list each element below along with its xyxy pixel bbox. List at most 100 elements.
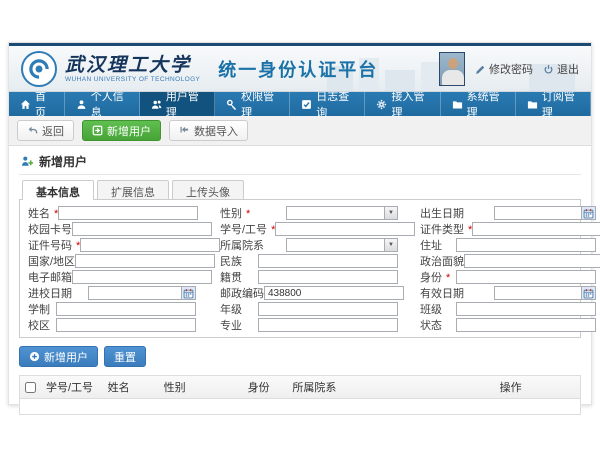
back-button-label: 返回 bbox=[42, 123, 64, 139]
nav-item-label: 个人信息 bbox=[91, 88, 128, 120]
add-user-toolbar-button[interactable]: 新增用户 bbox=[82, 120, 161, 141]
calendar-icon bbox=[183, 288, 194, 299]
form-field-name: 姓名 * bbox=[28, 206, 196, 220]
tab-2[interactable]: 上传头像 bbox=[172, 180, 244, 199]
field-input-address[interactable] bbox=[456, 238, 596, 252]
nav-item-label: 接入管理 bbox=[391, 88, 428, 120]
form-field-political-status: 政治面貌 bbox=[420, 254, 596, 268]
field-date-enroll-date[interactable] bbox=[88, 286, 196, 300]
users-icon bbox=[151, 99, 162, 110]
column-header-5: 操作 bbox=[495, 376, 580, 399]
nav-item-7[interactable]: 订阅管理 bbox=[516, 92, 591, 116]
form-actions: 新增用户 重置 bbox=[19, 346, 581, 367]
logout-label: 退出 bbox=[557, 61, 579, 77]
field-select-department[interactable]: ▼ bbox=[286, 238, 398, 252]
form-field-student-id: 学号/工号 * bbox=[220, 222, 398, 236]
field-input-postal-code[interactable] bbox=[264, 286, 404, 300]
required-asterisk: * bbox=[51, 208, 58, 220]
folder-icon bbox=[527, 99, 538, 110]
field-select-gender[interactable]: ▼ bbox=[286, 206, 398, 220]
field-label-country-region: 国家/地区 bbox=[28, 253, 75, 269]
field-label-email: 电子邮箱 bbox=[28, 269, 72, 285]
header: 武汉理工大学 WUHAN UNIVERSITY OF TECHNOLOGY 统一… bbox=[9, 46, 591, 92]
form-column-1: 姓名 *校园卡号证件号码 *国家/地区电子邮箱进校日期学制校区 bbox=[28, 206, 196, 332]
back-button[interactable]: 返回 bbox=[17, 120, 74, 141]
nav-item-0[interactable]: 首页 bbox=[9, 92, 65, 116]
field-input-native-place[interactable] bbox=[258, 270, 398, 284]
submit-add-user-button[interactable]: 新增用户 bbox=[19, 346, 98, 367]
change-password-link[interactable]: 修改密码 bbox=[475, 61, 533, 77]
field-label-birth-date: 出生日期 bbox=[420, 205, 494, 221]
form-field-identity: 身份 * bbox=[420, 270, 596, 284]
table-empty-row bbox=[20, 399, 580, 414]
form-field-valid-date: 有效日期 bbox=[420, 286, 596, 300]
form-field-ethnicity: 民族 bbox=[220, 254, 398, 268]
back-arrow-icon bbox=[27, 125, 38, 136]
nav-item-5[interactable]: 接入管理 bbox=[365, 92, 440, 116]
nav-item-3[interactable]: 权限管理 bbox=[215, 92, 290, 116]
field-input-study-length[interactable] bbox=[56, 302, 196, 316]
import-arrow-icon bbox=[179, 125, 190, 136]
field-input-campus-card-no[interactable] bbox=[72, 222, 212, 236]
field-input-student-id[interactable] bbox=[275, 222, 415, 236]
nav-item-2[interactable]: 用户管理 bbox=[140, 92, 215, 116]
change-password-label: 修改密码 bbox=[489, 61, 533, 77]
tab-0[interactable]: 基本信息 bbox=[22, 180, 94, 200]
form-panel: 姓名 *校园卡号证件号码 *国家/地区电子邮箱进校日期学制校区 性别 *▼学号/… bbox=[19, 199, 581, 338]
field-date-valid-date[interactable] bbox=[494, 286, 596, 300]
field-label-ethnicity: 民族 bbox=[220, 253, 258, 269]
field-input-campus[interactable] bbox=[56, 318, 196, 332]
select-all-checkbox[interactable] bbox=[25, 382, 36, 393]
field-input-identity[interactable] bbox=[456, 270, 596, 284]
field-input-class[interactable] bbox=[456, 302, 596, 316]
dropdown-arrow-icon: ▼ bbox=[384, 207, 397, 219]
field-input-major[interactable] bbox=[258, 318, 398, 332]
field-input-political-status[interactable] bbox=[464, 254, 600, 268]
tab-1[interactable]: 扩展信息 bbox=[97, 180, 169, 199]
field-label-status: 状态 bbox=[420, 317, 456, 333]
logo-swirl-icon bbox=[26, 56, 52, 82]
form-field-major: 专业 bbox=[220, 318, 398, 332]
data-import-button[interactable]: 数据导入 bbox=[169, 120, 248, 141]
section-header: 新增用户 bbox=[19, 151, 581, 175]
column-header-2: 性别 bbox=[159, 376, 243, 399]
field-input-status[interactable] bbox=[456, 318, 596, 332]
field-input-id-type[interactable] bbox=[472, 222, 600, 236]
nav-item-4[interactable]: 日志查询 bbox=[290, 92, 365, 116]
nav-item-6[interactable]: 系统管理 bbox=[441, 92, 516, 116]
app-window: 武汉理工大学 WUHAN UNIVERSITY OF TECHNOLOGY 统一… bbox=[8, 42, 592, 405]
field-input-ethnicity[interactable] bbox=[258, 254, 398, 268]
column-header-3: 身份 bbox=[243, 376, 288, 399]
column-header-1: 姓名 bbox=[103, 376, 159, 399]
calendar-button[interactable] bbox=[581, 287, 595, 299]
toolbar: 返回 新增用户 数据导入 bbox=[9, 116, 591, 146]
select-all-header-cell bbox=[20, 376, 41, 399]
reset-button[interactable]: 重置 bbox=[104, 346, 146, 367]
form-field-enroll-date: 进校日期 bbox=[28, 286, 196, 300]
form-field-country-region: 国家/地区 bbox=[28, 254, 196, 268]
calendar-button[interactable] bbox=[581, 207, 595, 219]
required-asterisk: * bbox=[73, 240, 80, 252]
field-label-student-id: 学号/工号 * bbox=[220, 221, 275, 237]
tab-strip: 基本信息扩展信息上传头像 bbox=[19, 180, 581, 199]
section-title: 新增用户 bbox=[39, 153, 87, 170]
field-input-id-number[interactable] bbox=[80, 238, 220, 252]
nav-item-1[interactable]: 个人信息 bbox=[65, 92, 140, 116]
form-field-campus-card-no: 校园卡号 bbox=[28, 222, 196, 236]
calendar-button[interactable] bbox=[181, 287, 195, 299]
field-date-birth-date[interactable] bbox=[494, 206, 596, 220]
platform-title: 统一身份认证平台 bbox=[218, 56, 378, 82]
power-icon bbox=[543, 64, 554, 75]
table-header-row: 学号/工号姓名性别身份所属院系操作 bbox=[20, 376, 580, 399]
user-avatar[interactable] bbox=[439, 52, 465, 86]
logout-link[interactable]: 退出 bbox=[543, 61, 579, 77]
required-asterisk: * bbox=[465, 224, 472, 236]
export-icon bbox=[92, 125, 103, 136]
field-input-grade[interactable] bbox=[258, 302, 398, 316]
field-input-name[interactable] bbox=[58, 206, 198, 220]
field-label-grade: 年级 bbox=[220, 301, 258, 317]
field-input-country-region[interactable] bbox=[75, 254, 215, 268]
field-input-email[interactable] bbox=[72, 270, 212, 284]
gear-icon bbox=[376, 99, 387, 110]
home-icon bbox=[20, 99, 31, 110]
